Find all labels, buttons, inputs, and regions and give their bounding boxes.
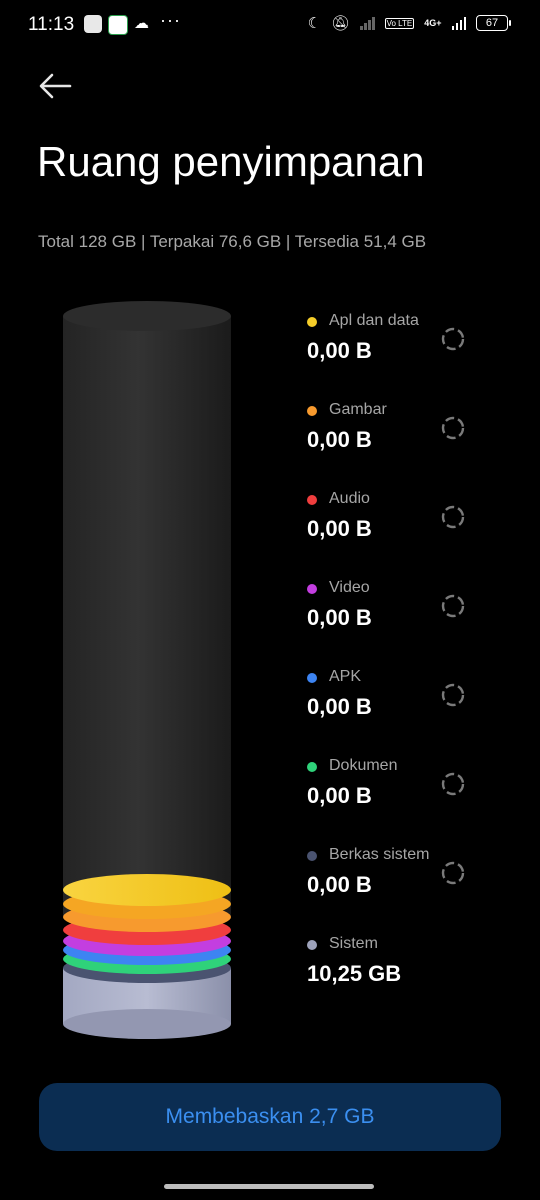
legend-label: Video: [329, 579, 370, 596]
wifi-signal-icon: [360, 16, 375, 30]
legend-item-sistem[interactable]: Sistem 10,25 GB: [305, 933, 505, 1003]
legend-label: Sistem: [329, 935, 378, 952]
legend-label: Dokumen: [329, 757, 398, 774]
back-arrow-icon: [39, 73, 72, 99]
network-type: 4G+: [424, 18, 442, 28]
storage-summary: Total 128 GB | Terpakai 76,6 GB | Tersed…: [38, 232, 427, 251]
page-title: Ruang penyimpanan: [37, 138, 425, 185]
legend-value: 0,00 B: [307, 783, 372, 808]
cell-signal-icon: [451, 16, 466, 30]
grab-app-icon: [108, 15, 128, 35]
status-time: 11:13: [28, 14, 75, 35]
band-top-surface: [63, 874, 231, 906]
legend-dot: [307, 406, 317, 416]
loading-spinner-icon: [441, 416, 465, 440]
legend-item-dokumen[interactable]: Dokumen 0,00 B: [305, 755, 505, 825]
legend-value: 0,00 B: [307, 427, 372, 452]
legend-item-video[interactable]: Video 0,00 B: [305, 577, 505, 647]
muted-bell-icon: 🔕︎: [331, 15, 351, 32]
legend-item-audio[interactable]: Audio 0,00 B: [305, 488, 505, 558]
storage-cylinder: [58, 300, 236, 1045]
legend-label: Apl dan data: [329, 312, 419, 329]
legend-label: Audio: [329, 490, 370, 507]
legend-dot: [307, 851, 317, 861]
home-indicator[interactable]: [164, 1184, 374, 1189]
legend-dot: [307, 317, 317, 327]
volte-badge: Vo LTE: [384, 17, 415, 29]
loading-spinner-icon: [441, 594, 465, 618]
legend-item-apl-dan-data[interactable]: Apl dan data 0,00 B: [305, 310, 505, 380]
loading-spinner-icon: [441, 683, 465, 707]
battery-icon: 67: [476, 15, 511, 31]
legend-dot: [307, 673, 317, 683]
legend-dot: [307, 584, 317, 594]
cylinder-empty-body: [63, 316, 231, 916]
legend-label: Berkas sistem: [329, 846, 430, 863]
cylinder-top-cap: [63, 301, 231, 331]
legend-value: 10,25 GB: [307, 961, 402, 986]
cylinder-bottom-cap: [63, 1009, 231, 1039]
loading-spinner-icon: [441, 505, 465, 529]
notification-app-icon: [84, 15, 102, 33]
legend-dot: [307, 495, 317, 505]
legend-label: Gambar: [329, 401, 387, 418]
legend-item-gambar[interactable]: Gambar 0,00 B: [305, 399, 505, 469]
legend-dot: [307, 940, 317, 950]
free-up-space-button[interactable]: Membebaskan 2,7 GB: [39, 1083, 501, 1151]
back-button[interactable]: [36, 70, 76, 102]
loading-spinner-icon: [441, 861, 465, 885]
legend-value: 0,00 B: [307, 605, 372, 630]
legend-value: 0,00 B: [307, 694, 372, 719]
legend-label: APK: [329, 668, 362, 685]
loading-spinner-icon: [441, 327, 465, 351]
more-notifications-icon: ···: [160, 10, 181, 30]
legend-value: 0,00 B: [307, 516, 372, 541]
do-not-disturb-icon: ☾: [307, 15, 322, 32]
legend-value: 0,00 B: [307, 872, 372, 897]
status-bar: 11:13 ☁ ··· ☾ 🔕︎ Vo LTE 4G+ 67: [0, 0, 540, 52]
loading-spinner-icon: [441, 772, 465, 796]
legend-item-apk[interactable]: APK 0,00 B: [305, 666, 505, 736]
legend-item-berkas-sistem[interactable]: Berkas sistem 0,00 B: [305, 844, 505, 914]
legend-value: 0,00 B: [307, 338, 372, 363]
cloud-icon: ☁: [134, 15, 149, 32]
legend-dot: [307, 762, 317, 772]
